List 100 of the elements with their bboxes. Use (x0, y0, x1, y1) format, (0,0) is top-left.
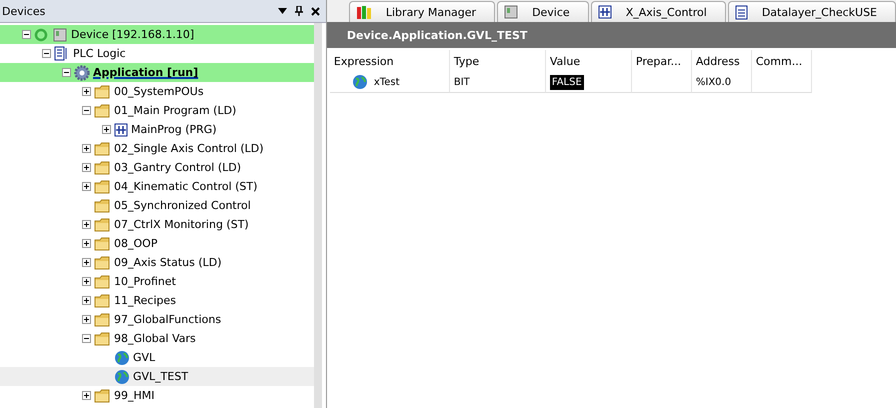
highlighted-tree-row[interactable]: Device [192.168.1.10] (0, 25, 314, 44)
collapse-icon[interactable] (82, 106, 91, 115)
tree-label: 08_OOP (114, 237, 158, 250)
globe-icon (114, 368, 130, 384)
folder-icon (94, 160, 111, 174)
editor-tab[interactable]: Library Manager (348, 1, 496, 22)
tree-row[interactable]: 02_Single Axis Control (LD) (0, 139, 314, 158)
tree-label: 02_Single Axis Control (LD) (114, 142, 264, 155)
expand-icon[interactable] (82, 258, 91, 267)
collapse-icon[interactable] (22, 30, 31, 39)
tree-label: 97_GlobalFunctions (114, 313, 222, 326)
device-icon (34, 28, 68, 42)
editor-tab[interactable]: Datalayer_CheckUSE (728, 1, 896, 22)
selected-tree-row[interactable]: GVL_TEST (0, 367, 314, 386)
ladder-icon (598, 5, 612, 19)
document-icon (734, 4, 748, 20)
tree-row[interactable]: 99_HMI (0, 386, 314, 405)
tree-label: Device [192.168.1.10] (71, 28, 194, 41)
column-header[interactable]: Type (450, 50, 546, 72)
folder-icon (94, 388, 111, 402)
editor-title: Device.Application.GVL_TEST (326, 22, 896, 48)
gear-icon (74, 64, 90, 80)
folder-icon (94, 236, 111, 250)
tree-label: 10_Profinet (114, 275, 176, 288)
collapse-icon[interactable] (82, 334, 91, 343)
column-header[interactable]: Address (692, 50, 752, 72)
tree-row[interactable]: 97_GlobalFunctions (0, 310, 314, 329)
folder-icon (94, 294, 111, 308)
folder-icon (94, 84, 111, 98)
expand-icon[interactable] (82, 87, 91, 96)
tree-label: 03_Gantry Control (LD) (114, 161, 242, 174)
tree-row[interactable]: 07_CtrlX Monitoring (ST) (0, 215, 314, 234)
tree-label: GVL_TEST (133, 370, 188, 383)
column-header[interactable]: Comm... (752, 50, 812, 72)
tree-label: 07_CtrlX Monitoring (ST) (114, 218, 249, 231)
tree-label: PLC Logic (73, 47, 126, 60)
tree-row[interactable]: 05_Synchronized Control (0, 196, 314, 215)
expand-icon[interactable] (82, 220, 91, 229)
tree-label: 98_Global Vars (114, 332, 196, 345)
tree-label: MainProg (PRG) (131, 123, 217, 136)
tree-label: 99_HMI (114, 389, 155, 402)
tree-row[interactable]: 98_Global Vars (0, 329, 314, 348)
folder-icon (94, 256, 111, 270)
tree-row[interactable]: 03_Gantry Control (LD) (0, 158, 314, 177)
tree-row[interactable]: 10_Profinet (0, 272, 314, 291)
panel-title: Devices (2, 4, 46, 18)
tree-row[interactable]: 09_Axis Status (LD) (0, 253, 314, 272)
tree-row[interactable]: PLC Logic (0, 44, 314, 63)
device-icon (504, 5, 518, 19)
column-header[interactable]: Expression (330, 50, 450, 72)
ladder-icon (114, 122, 128, 136)
expand-icon[interactable] (82, 277, 91, 286)
highlighted-tree-row[interactable]: Application [run] (0, 63, 314, 82)
folder-icon (94, 142, 111, 156)
tree-row[interactable]: 01_Main Program (LD) (0, 101, 314, 120)
tree-row[interactable]: 08_OOP (0, 234, 314, 253)
folder-icon (94, 198, 111, 212)
expand-icon[interactable] (82, 163, 91, 172)
books-icon (356, 5, 372, 19)
tree-label: 01_Main Program (LD) (114, 104, 236, 117)
tree-label: 11_Recipes (114, 294, 176, 307)
expand-icon[interactable] (82, 144, 91, 153)
tree-row[interactable]: 11_Recipes (0, 291, 314, 310)
table-cell: %IX0.0 (696, 76, 732, 88)
table-cell: BIT (454, 76, 470, 88)
tree-label: GVL (133, 351, 156, 364)
collapse-icon[interactable] (42, 49, 51, 58)
editor-tab[interactable]: X_Axis_Control (590, 1, 726, 22)
expand-icon[interactable] (82, 391, 91, 400)
folder-icon (94, 312, 111, 326)
folder-icon (94, 332, 111, 346)
value-cell: FALSE (550, 74, 584, 90)
editor-tab[interactable]: Device (497, 1, 589, 22)
globe-icon (352, 74, 368, 90)
scrollbar[interactable] (314, 23, 322, 408)
collapse-icon[interactable] (62, 68, 71, 77)
table-cell: xTest (374, 76, 400, 88)
globe-icon (114, 350, 130, 366)
tree-label: 09_Axis Status (LD) (114, 256, 222, 269)
expand-icon[interactable] (82, 296, 91, 305)
tree-row[interactable]: MainProg (PRG) (0, 120, 314, 139)
tree-label: 04_Kinematic Control (ST) (114, 180, 258, 193)
folder-icon (94, 274, 111, 288)
tree-label: Application [run] (93, 66, 198, 79)
tree-label: 00_SystemPOUs (114, 85, 204, 98)
tree-row[interactable]: 04_Kinematic Control (ST) (0, 177, 314, 196)
dropdown-icon[interactable] (278, 8, 287, 14)
folder-icon (94, 180, 111, 194)
folder-icon (94, 218, 111, 232)
close-icon[interactable] (310, 6, 320, 16)
expand-icon[interactable] (82, 239, 91, 248)
column-header[interactable]: Value (546, 50, 632, 72)
pin-icon[interactable] (294, 6, 303, 16)
expand-icon[interactable] (82, 315, 91, 324)
expand-icon[interactable] (102, 125, 111, 134)
tree-row[interactable]: 00_SystemPOUs (0, 82, 314, 101)
expand-icon[interactable] (82, 182, 91, 191)
folder-icon (94, 104, 111, 118)
tree-row[interactable]: GVL (0, 348, 314, 367)
column-header[interactable]: Prepar... (632, 50, 692, 72)
